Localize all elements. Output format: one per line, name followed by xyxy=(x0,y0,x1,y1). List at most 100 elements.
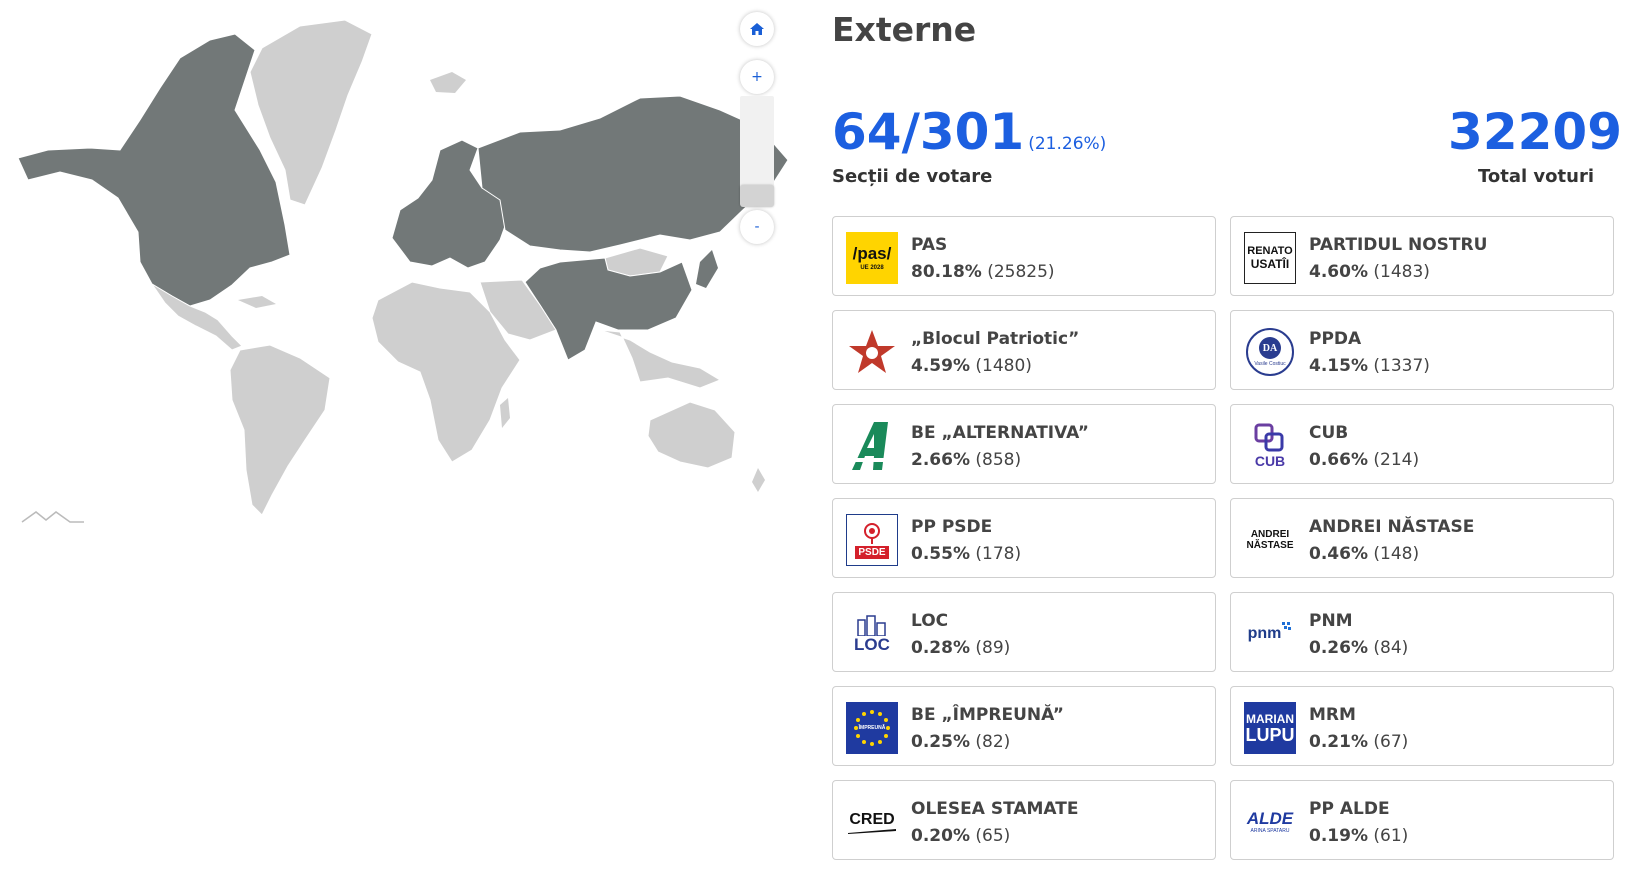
party-votes: (65) xyxy=(975,826,1011,846)
sections-percent: (21.26%) xyxy=(1028,134,1107,154)
party-percent: 0.25% xyxy=(911,732,970,752)
map-caribbean[interactable] xyxy=(238,296,276,308)
party-name: LOC xyxy=(911,611,949,631)
alde-logo: ALDE ARINA SPATARU xyxy=(1244,796,1296,848)
party-name: PAS xyxy=(911,235,948,255)
ppda-logo: DA Vasile Costiuc xyxy=(1244,326,1296,378)
party-votes: (858) xyxy=(975,450,1022,470)
world-map[interactable] xyxy=(0,0,800,540)
party-card-andrei-nastase[interactable]: ANDREI NĂSTASE ANDREI NĂSTASE 0.46% (148… xyxy=(1230,498,1614,578)
map-madagascar[interactable] xyxy=(500,398,510,428)
alde-logo-text: ALDE xyxy=(1246,809,1294,828)
map-new-zealand[interactable] xyxy=(752,468,765,492)
cub-logo: CUB xyxy=(1244,420,1296,472)
cub-logo-text: CUB xyxy=(1254,453,1286,469)
party-card-blocul-patriotic[interactable]: „Blocul Patriotic” 4.59% (1480) xyxy=(832,310,1216,390)
cred-swoosh-icon xyxy=(848,828,896,834)
party-card-ppda[interactable]: DA Vasile Costiuc PPDA 4.15% (1337) xyxy=(1230,310,1614,390)
sections-label: Secții de votare xyxy=(832,166,993,187)
party-name: PP ALDE xyxy=(1309,799,1390,819)
party-card-impreuna[interactable]: ÎMPREUNĂ BE „ÎMPREUNĂ” 0.25% (82) xyxy=(832,686,1216,766)
ppda-logo-text: DA xyxy=(1259,337,1281,359)
party-result: 4.59% (1480) xyxy=(911,356,1032,376)
party-result: 0.25% (82) xyxy=(911,732,1010,752)
party-name: MRM xyxy=(1309,705,1356,725)
andrei-nastase-logo: ANDREI NĂSTASE xyxy=(1244,514,1296,566)
party-name: „Blocul Patriotic” xyxy=(911,329,1080,349)
party-card-mrm[interactable]: MARIAN LUPU MRM 0.21% (67) xyxy=(1230,686,1614,766)
map-south-america[interactable] xyxy=(229,344,331,516)
party-votes: (1480) xyxy=(975,356,1032,376)
party-results-grid: /pas/ UE 2028 PAS 80.18% (25825) RENATO … xyxy=(832,216,1618,860)
party-votes: (214) xyxy=(1373,450,1420,470)
party-votes: (1483) xyxy=(1373,262,1430,282)
world-map-panel: + - xyxy=(0,0,800,540)
party-card-pp-alde[interactable]: ALDE ARINA SPATARU PP ALDE 0.19% (61) xyxy=(1230,780,1614,860)
party-card-pnm[interactable]: pnm PNM 0.26% (84) xyxy=(1230,592,1614,672)
zoom-in-button[interactable]: + xyxy=(740,60,774,94)
map-north-america[interactable] xyxy=(17,33,291,307)
map-australia[interactable] xyxy=(647,401,736,469)
party-card-psde[interactable]: PSDE PP PSDE 0.55% (178) xyxy=(832,498,1216,578)
total-votes-label: Total voturi xyxy=(1477,166,1594,187)
loc-logo-text: LOC xyxy=(854,635,890,654)
party-result: 80.18% (25825) xyxy=(911,262,1055,282)
party-card-olesea-stamate[interactable]: CRED OLESEA STAMATE 0.20% (65) xyxy=(832,780,1216,860)
party-result: 2.66% (858) xyxy=(911,450,1021,470)
party-result: 4.60% (1483) xyxy=(1309,262,1430,282)
party-percent: 0.26% xyxy=(1309,638,1368,658)
zoom-slider-thumb[interactable] xyxy=(740,185,774,207)
party-result: 0.26% (84) xyxy=(1309,638,1408,658)
red-star-logo xyxy=(846,326,898,378)
pas-logo-text: /pas/ xyxy=(852,244,892,263)
ppda-logo-sub: Vasile Costiuc xyxy=(1254,361,1286,367)
party-percent: 0.55% xyxy=(911,544,970,564)
party-name: BE „ÎMPREUNĂ” xyxy=(911,705,1064,725)
party-votes: (25825) xyxy=(987,262,1055,282)
party-percent: 0.21% xyxy=(1309,732,1368,752)
psde-logo-text: PSDE xyxy=(855,545,889,559)
party-card-loc[interactable]: LOC LOC 0.28% (89) xyxy=(832,592,1216,672)
renato-usatii-logo: RENATO USATÎI xyxy=(1244,232,1296,284)
party-card-alternativa[interactable]: BE „ALTERNATIVA” 2.66% (858) xyxy=(832,404,1216,484)
impreuna-logo: ÎMPREUNĂ xyxy=(846,702,898,754)
party-card-pas[interactable]: /pas/ UE 2028 PAS 80.18% (25825) xyxy=(832,216,1216,296)
party-votes: (89) xyxy=(975,638,1011,658)
party-name: ANDREI NĂSTASE xyxy=(1309,517,1475,537)
alternativa-a-icon xyxy=(852,422,888,470)
party-name: BE „ALTERNATIVA” xyxy=(911,423,1089,443)
party-votes: (82) xyxy=(975,732,1011,752)
sections-count-value: 64/301 xyxy=(832,103,1025,161)
map-china-india[interactable] xyxy=(524,257,693,361)
party-percent: 0.19% xyxy=(1309,826,1368,846)
party-card-partidul-nostru[interactable]: RENATO USATÎI PARTIDUL NOSTRU 4.60% (148… xyxy=(1230,216,1614,296)
party-name: PNM xyxy=(1309,611,1353,631)
party-votes: (67) xyxy=(1373,732,1409,752)
party-votes: (61) xyxy=(1373,826,1409,846)
pas-logo: /pas/ UE 2028 xyxy=(846,232,898,284)
party-percent: 0.20% xyxy=(911,826,970,846)
map-southeast-asia[interactable] xyxy=(599,329,722,389)
party-result: 0.46% (148) xyxy=(1309,544,1419,564)
map-iceland[interactable] xyxy=(430,72,466,93)
zoom-out-button[interactable]: - xyxy=(740,210,774,244)
psde-logo: PSDE xyxy=(846,514,898,566)
party-percent: 4.15% xyxy=(1309,356,1368,376)
red-star-icon xyxy=(849,330,895,373)
renato-logo-text: RENATO xyxy=(1247,245,1293,257)
home-button[interactable] xyxy=(740,12,774,46)
party-name: OLESEA STAMATE xyxy=(911,799,1079,819)
map-japan[interactable] xyxy=(696,250,718,288)
party-percent: 0.66% xyxy=(1309,450,1368,470)
party-result: 0.19% (61) xyxy=(1309,826,1408,846)
pas-logo-sub: UE 2028 xyxy=(860,265,884,271)
party-percent: 4.60% xyxy=(1309,262,1368,282)
party-result: 0.28% (89) xyxy=(911,638,1010,658)
party-result: 0.21% (67) xyxy=(1309,732,1408,752)
party-name: PARTIDUL NOSTRU xyxy=(1309,235,1488,255)
results-panel: Externe 64/301 (21.26%) Secții de votare … xyxy=(832,0,1622,871)
party-card-cub[interactable]: CUB CUB 0.66% (214) xyxy=(1230,404,1614,484)
party-votes: (1337) xyxy=(1373,356,1430,376)
region-title: Externe xyxy=(832,10,977,49)
party-percent: 80.18% xyxy=(911,262,982,282)
